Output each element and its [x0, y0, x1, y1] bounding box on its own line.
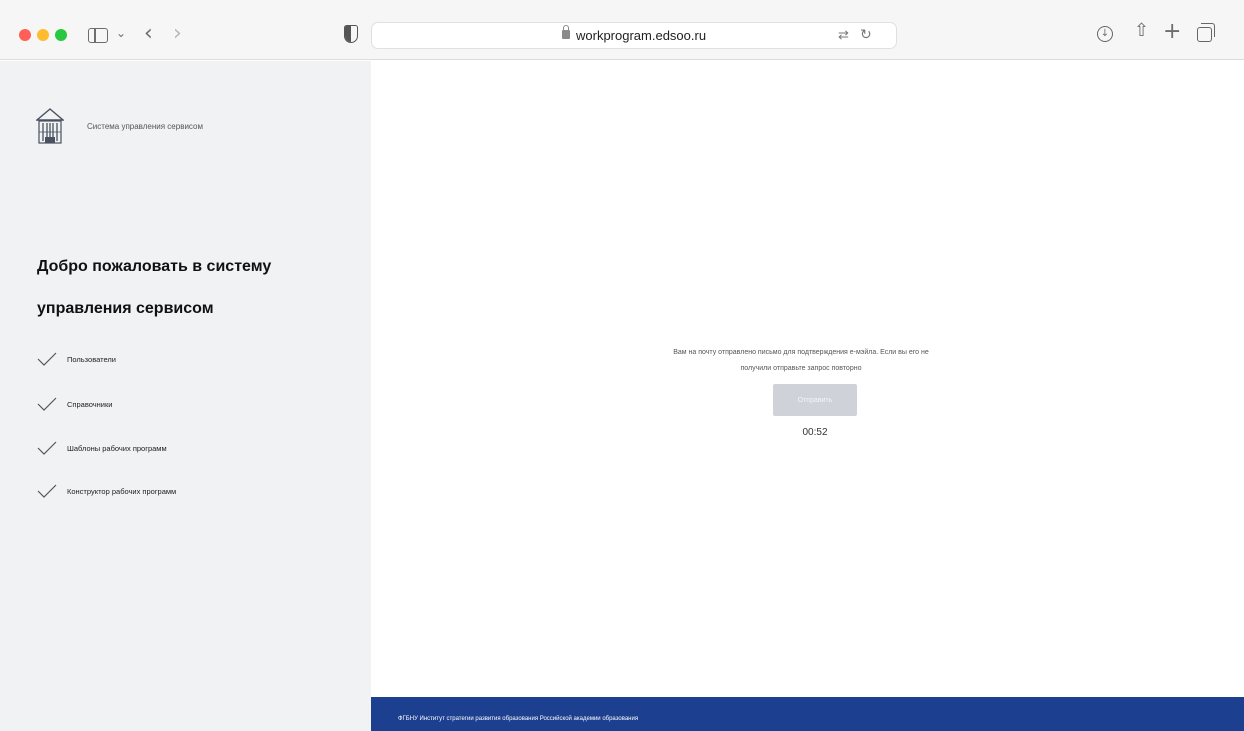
- message-line-2: получили отправьте запрос повторно: [740, 365, 862, 372]
- welcome-title: Добро пожаловать в систему управления се…: [37, 258, 272, 317]
- checkmark-icon: [37, 352, 57, 366]
- forward-icon[interactable]: ›: [173, 23, 182, 45]
- url-text[interactable]: workprogram.edsoo.ru: [576, 28, 706, 43]
- sidebar: Система управления сервисом Добро пожало…: [0, 61, 371, 731]
- browser-toolbar: ⌄ ‹ › workprogram.edsoo.ru ⇄ ↻ ↓ ⇧ +: [0, 0, 1244, 60]
- message-line-1: Вам на почту отправлено письмо для подтв…: [673, 349, 929, 356]
- main-content: Вам на почту отправлено письмо для подтв…: [371, 61, 1244, 697]
- feature-label: Конструктор рабочих программ: [67, 486, 177, 496]
- logo-icon: [36, 108, 64, 144]
- feature-label: Шаблоны рабочих программ: [67, 443, 167, 453]
- close-window-button[interactable]: [19, 29, 31, 41]
- countdown-timer: 00:52: [802, 427, 828, 438]
- feature-label: Справочники: [67, 399, 113, 409]
- checkmark-icon: [37, 484, 57, 498]
- footer: ФГБНУ Институт стратегии развития образо…: [371, 697, 1244, 731]
- feature-item: Справочники: [37, 394, 112, 414]
- tab-overview-icon[interactable]: [1197, 23, 1215, 42]
- new-tab-icon[interactable]: +: [1163, 21, 1181, 43]
- zoom-window-button[interactable]: [55, 29, 67, 41]
- sidebar-toggle-icon[interactable]: [88, 28, 108, 43]
- brand-name: Система управления сервисом: [87, 122, 203, 131]
- download-icon[interactable]: ↓: [1097, 26, 1113, 42]
- translate-icon[interactable]: ⇄: [838, 27, 849, 43]
- back-icon[interactable]: ‹: [144, 23, 153, 45]
- minimize-window-button[interactable]: [37, 29, 49, 41]
- feature-label: Пользователи: [67, 354, 116, 364]
- confirmation-message: Вам на почту отправлено письмо для подтв…: [601, 345, 1001, 377]
- share-icon[interactable]: ⇧: [1134, 22, 1149, 40]
- feature-item: Пользователи: [37, 349, 116, 369]
- feature-item: Конструктор рабочих программ: [37, 481, 176, 501]
- resend-button[interactable]: Отправить: [773, 384, 857, 416]
- address-bar[interactable]: workprogram.edsoo.ru ⇄ ↻: [371, 22, 897, 49]
- checkmark-icon: [37, 441, 57, 455]
- chevron-down-icon[interactable]: ⌄: [116, 27, 126, 39]
- reload-icon[interactable]: ↻: [860, 26, 872, 43]
- lock-icon: [562, 25, 570, 39]
- checkmark-icon: [37, 397, 57, 411]
- privacy-shield-icon[interactable]: [344, 25, 358, 43]
- footer-text: ФГБНУ Институт стратегии развития образо…: [398, 716, 639, 722]
- feature-item: Шаблоны рабочих программ: [37, 438, 167, 458]
